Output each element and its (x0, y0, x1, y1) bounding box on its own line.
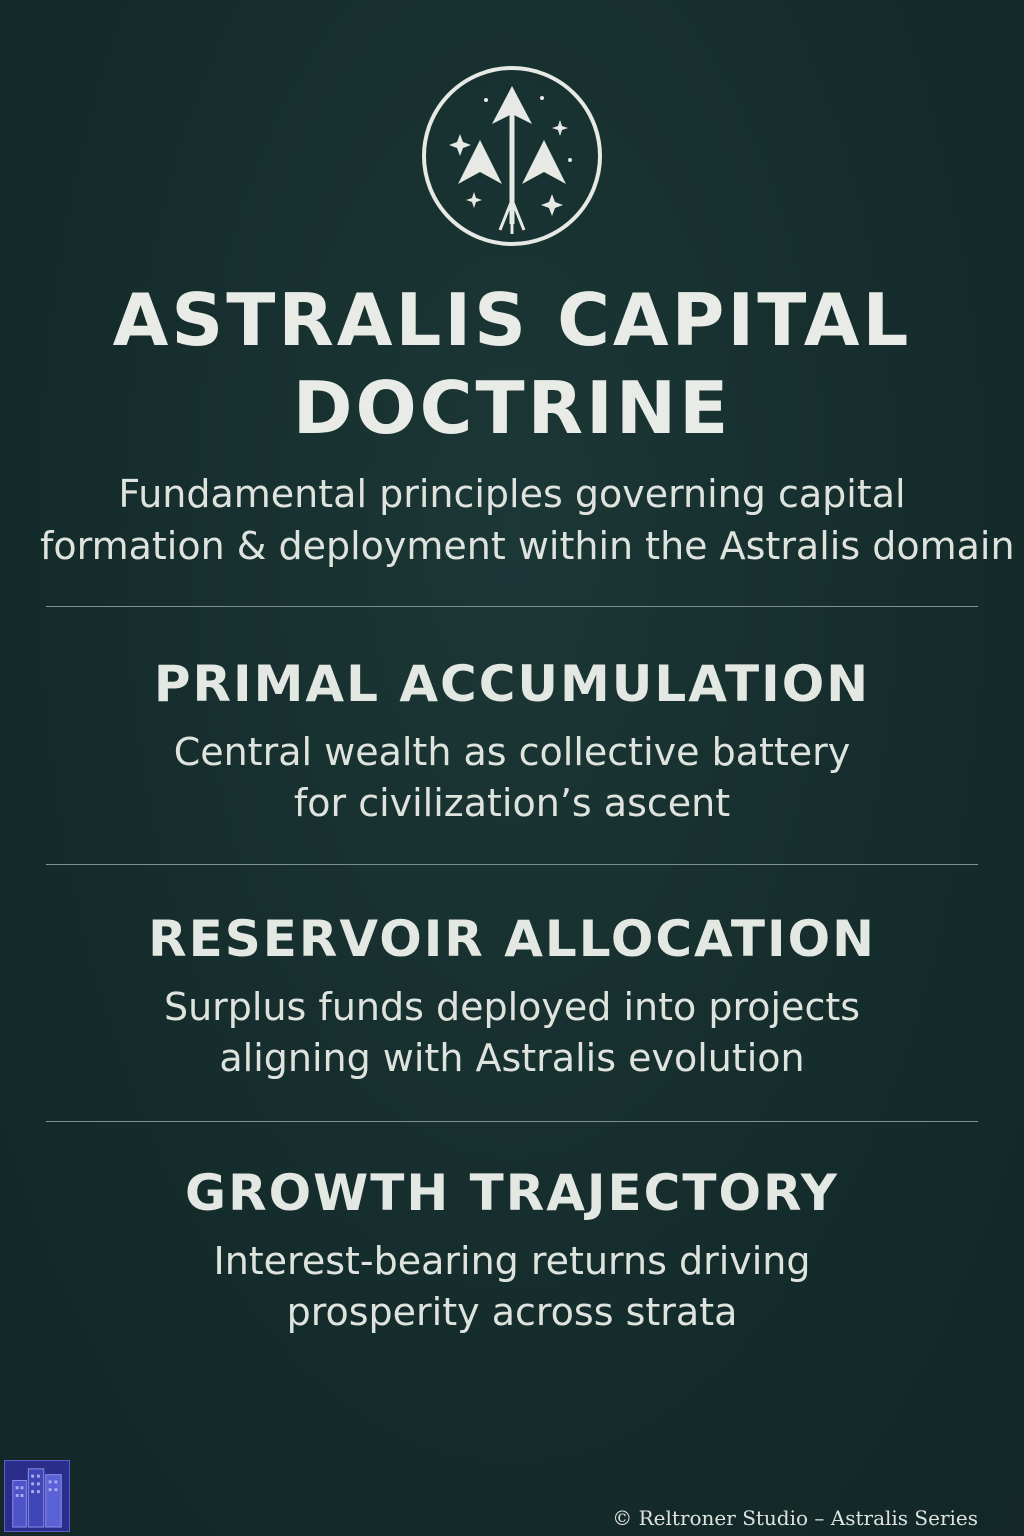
section-body-line: Surplus funds deployed into projects (163, 985, 861, 1029)
divider (46, 1121, 978, 1122)
subtitle-line-2: formation & deployment within the Astral… (40, 524, 1015, 568)
section-heading-primal-accumulation: PRIMAL ACCUMULATION (153, 655, 871, 713)
section-body-primal-accumulation: Central wealth as collective battery for… (40, 727, 984, 829)
divider (46, 864, 978, 865)
section-body-line: for civilization’s ascent (293, 781, 731, 825)
subtitle-line-1: Fundamental principles governing capital (118, 472, 906, 516)
section-body-growth-trajectory: Interest-bearing returns driving prosper… (40, 1236, 984, 1338)
city-buildings-icon (4, 1460, 70, 1532)
section-heading-growth-trajectory: GROWTH TRAJECTORY (185, 1164, 839, 1222)
title-line-2: DOCTRINE (292, 366, 732, 450)
title-line-1: ASTRALIS CAPITAL (112, 278, 912, 362)
astralis-emblem-icon (422, 66, 602, 246)
doctrine-page: ASTRALIS CAPITAL DOCTRINE Fundamental pr… (0, 0, 1024, 1536)
page-subtitle: Fundamental principles governing capital… (40, 468, 1015, 572)
section-body-line: Central wealth as collective battery (173, 730, 851, 774)
page-title: ASTRALIS CAPITAL DOCTRINE (0, 276, 1024, 452)
section-body-line: prosperity across strata (286, 1290, 738, 1334)
section-body-line: aligning with Astralis evolution (219, 1036, 805, 1080)
divider (46, 606, 978, 607)
section-body-line: Interest-bearing returns driving (213, 1239, 811, 1283)
section-heading-reservoir-allocation: RESERVOIR ALLOCATION (148, 910, 876, 968)
section-body-reservoir-allocation: Surplus funds deployed into projects ali… (40, 982, 984, 1084)
copyright-credit: © Reltroner Studio – Astralis Series (612, 1506, 978, 1530)
